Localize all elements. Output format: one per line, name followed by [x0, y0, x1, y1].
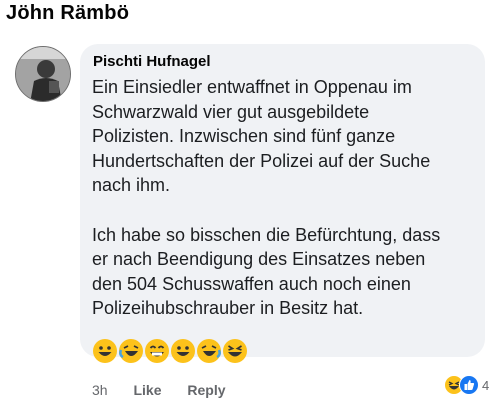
rolling-laughing-face-icon: [119, 338, 143, 363]
grinning-face-icon: [171, 338, 195, 363]
reply-button[interactable]: Reply: [187, 382, 225, 398]
rolling-laughing-face-icon: [197, 338, 221, 363]
comment-bubble: Pischti Hufnagel Ein Einsiedler entwaffn…: [80, 44, 485, 363]
page-title: Jöhn Rämbö: [6, 2, 130, 24]
timestamp[interactable]: 3h: [92, 382, 108, 398]
comment-author[interactable]: Pischti Hufnagel: [93, 53, 473, 71]
emoji-row: [92, 338, 473, 364]
comment-actions: 3h Like Reply: [92, 382, 248, 398]
grinning-face-icon: [93, 338, 117, 363]
reaction-summary[interactable]: 4: [444, 374, 489, 396]
like-button[interactable]: Like: [133, 382, 161, 398]
like-reaction-icon: [459, 375, 479, 395]
avatar[interactable]: [15, 46, 71, 102]
beaming-face-icon: [145, 338, 169, 363]
squinting-laughing-face-icon: [223, 338, 247, 363]
reaction-count: 4: [482, 377, 490, 393]
comment-text: Ein Einsiedler entwaffnet in Oppenau im …: [92, 77, 441, 319]
